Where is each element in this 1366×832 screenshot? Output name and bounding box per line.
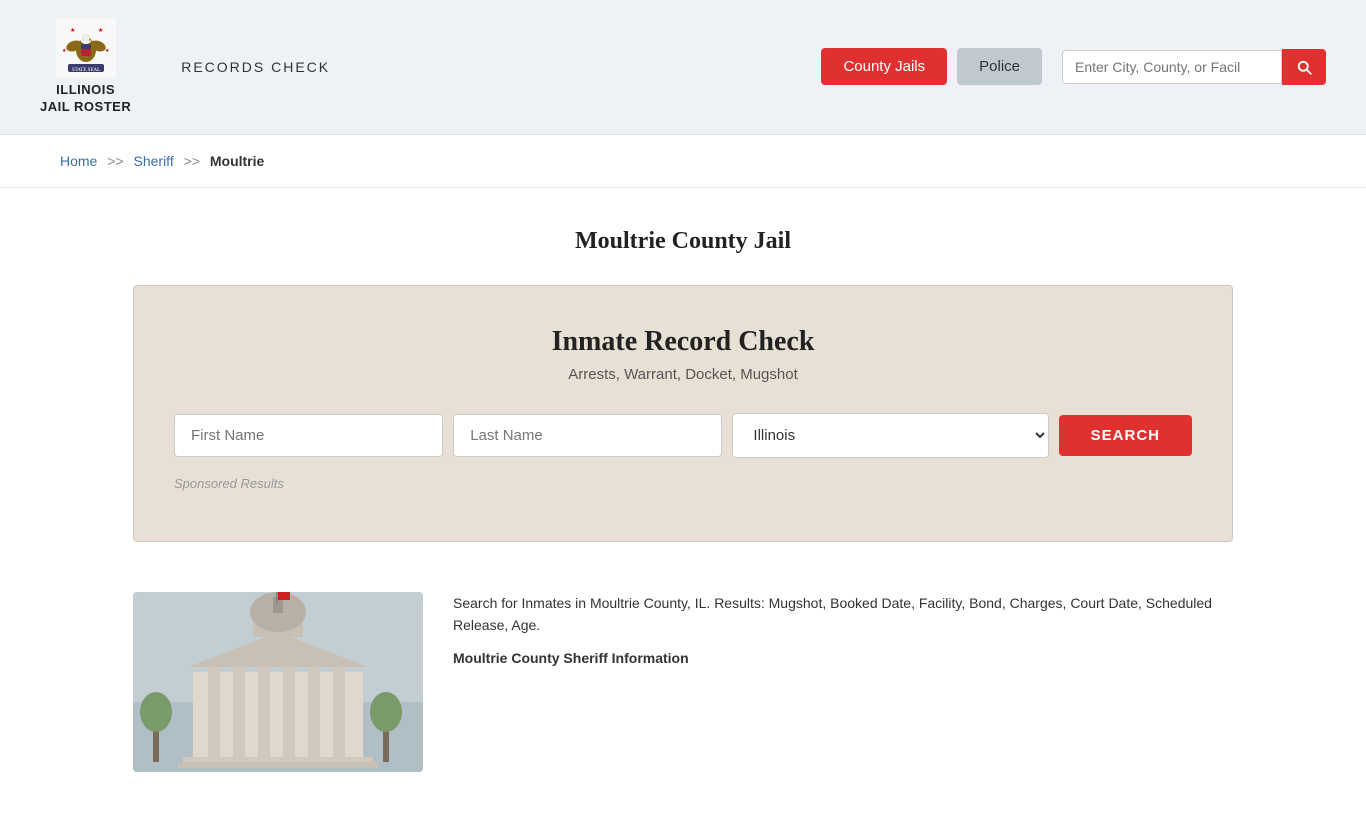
logo-text: ILLINOIS JAIL ROSTER [40,82,131,116]
inmate-search-form: AlabamaAlaskaArizonaArkansasCaliforniaCo… [174,413,1192,458]
page-title: Moultrie County Jail [60,228,1306,255]
header-search-input[interactable] [1062,50,1282,84]
header-search-bar [1062,49,1326,85]
svg-text:★: ★ [98,27,103,34]
breadcrumb-sep1: >> [107,153,123,169]
svg-text:★: ★ [70,27,75,34]
logo-icon: ★ ★ ★ ★ STATE SEAL [56,18,116,78]
info-subheading: Moultrie County Sheriff Information [453,647,1233,669]
last-name-input[interactable] [453,414,722,457]
search-submit-button[interactable]: SEARCH [1059,415,1192,456]
panel-subtitle: Arrests, Warrant, Docket, Mugshot [174,366,1192,383]
logo-link[interactable]: ★ ★ ★ ★ STATE SEAL ILLINOIS JAIL ROSTER [40,18,131,116]
building-image [133,592,423,772]
search-icon [1295,58,1313,76]
breadcrumb-current: Moultrie [210,153,264,169]
svg-text:STATE SEAL: STATE SEAL [71,68,99,73]
panel-title: Inmate Record Check [174,326,1192,358]
county-jails-button[interactable]: County Jails [821,48,947,85]
breadcrumb-sep2: >> [184,153,200,169]
header-right: County Jails Police [821,48,1326,85]
sponsored-label: Sponsored Results [174,476,1192,491]
svg-text:★: ★ [62,48,67,54]
lower-section: Search for Inmates in Moultrie County, I… [133,572,1233,792]
header: ★ ★ ★ ★ STATE SEAL ILLINOIS JAIL ROSTER … [0,0,1366,135]
first-name-input[interactable] [174,414,443,457]
breadcrumb-home[interactable]: Home [60,153,97,169]
state-select[interactable]: AlabamaAlaskaArizonaArkansasCaliforniaCo… [732,413,1048,458]
records-check-label: RECORDS CHECK [181,59,330,75]
record-check-panel: Inmate Record Check Arrests, Warrant, Do… [133,285,1233,542]
police-button[interactable]: Police [957,48,1042,85]
courthouse-illustration [133,592,423,772]
breadcrumb: Home >> Sheriff >> Moultrie [0,135,1366,188]
info-description: Search for Inmates in Moultrie County, I… [453,592,1233,637]
main-content: Moultrie County Jail Inmate Record Check… [0,188,1366,832]
breadcrumb-sheriff[interactable]: Sheriff [134,153,174,169]
header-search-button[interactable] [1282,49,1326,85]
info-text: Search for Inmates in Moultrie County, I… [453,592,1233,772]
svg-text:★: ★ [105,48,110,54]
